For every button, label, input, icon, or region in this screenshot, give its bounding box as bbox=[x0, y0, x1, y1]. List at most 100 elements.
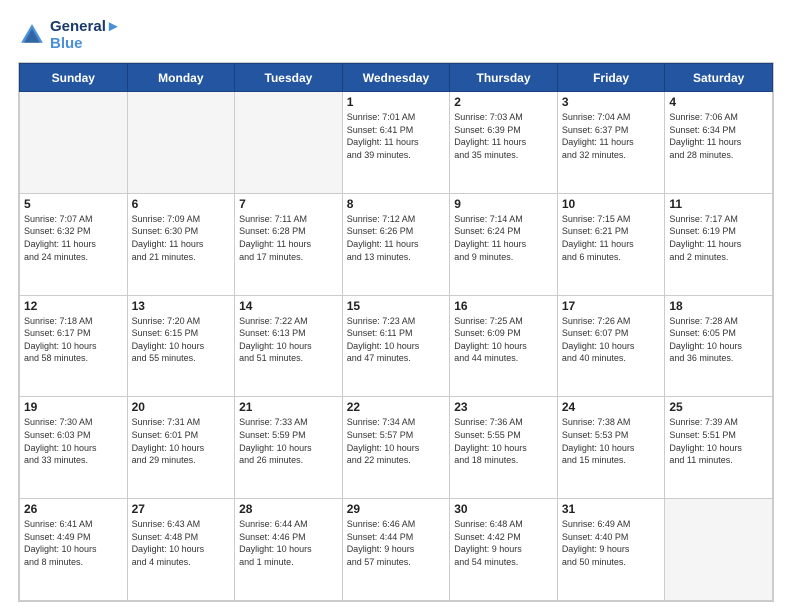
table-row: 9 Sunrise: 7:14 AM Sunset: 6:24 PM Daylig… bbox=[450, 193, 558, 295]
day-details: Sunrise: 7:09 AM Sunset: 6:30 PM Dayligh… bbox=[132, 213, 231, 263]
table-row: 24 Sunrise: 7:38 AM Sunset: 5:53 PM Dayli… bbox=[557, 397, 665, 499]
table-row: 19 Sunrise: 7:30 AM Sunset: 6:03 PM Dayli… bbox=[20, 397, 128, 499]
day-details: Sunrise: 7:39 AM Sunset: 5:51 PM Dayligh… bbox=[669, 416, 768, 466]
table-row: 5 Sunrise: 7:07 AM Sunset: 6:32 PM Daylig… bbox=[20, 193, 128, 295]
day-number: 9 bbox=[454, 197, 553, 211]
day-number: 24 bbox=[562, 400, 661, 414]
table-row: 26Sunrise: 6:41 AM Sunset: 4:49 PM Dayli… bbox=[20, 499, 128, 601]
table-row: 13 Sunrise: 7:20 AM Sunset: 6:15 PM Dayli… bbox=[127, 295, 235, 397]
calendar-week-row: 5 Sunrise: 7:07 AM Sunset: 6:32 PM Daylig… bbox=[20, 193, 773, 295]
day-details: Sunrise: 7:23 AM Sunset: 6:11 PM Dayligh… bbox=[347, 315, 446, 365]
day-details: Sunrise: 7:14 AM Sunset: 6:24 PM Dayligh… bbox=[454, 213, 553, 263]
table-row bbox=[127, 92, 235, 194]
day-details: Sunrise: 7:25 AM Sunset: 6:09 PM Dayligh… bbox=[454, 315, 553, 365]
header-tuesday: Tuesday bbox=[235, 64, 343, 92]
day-number: 16 bbox=[454, 299, 553, 313]
day-number: 3 bbox=[562, 95, 661, 109]
day-details: Sunrise: 7:26 AM Sunset: 6:07 PM Dayligh… bbox=[562, 315, 661, 365]
table-row: 22 Sunrise: 7:34 AM Sunset: 5:57 PM Dayli… bbox=[342, 397, 450, 499]
table-row: 21 Sunrise: 7:33 AM Sunset: 5:59 PM Dayli… bbox=[235, 397, 343, 499]
day-number: 4 bbox=[669, 95, 768, 109]
table-row: 7 Sunrise: 7:11 AM Sunset: 6:28 PM Daylig… bbox=[235, 193, 343, 295]
page: General► Blue Sunday Monday Tuesday Wedn… bbox=[0, 0, 792, 612]
day-number: 5 bbox=[24, 197, 123, 211]
logo: General► Blue bbox=[18, 18, 121, 52]
header-monday: Monday bbox=[127, 64, 235, 92]
day-number: 27 bbox=[132, 502, 231, 516]
day-details: Sunrise: 7:30 AM Sunset: 6:03 PM Dayligh… bbox=[24, 416, 123, 466]
table-row: 6 Sunrise: 7:09 AM Sunset: 6:30 PM Daylig… bbox=[127, 193, 235, 295]
calendar-week-row: 26Sunrise: 6:41 AM Sunset: 4:49 PM Dayli… bbox=[20, 499, 773, 601]
header-friday: Friday bbox=[557, 64, 665, 92]
table-row: 4 Sunrise: 7:06 AM Sunset: 6:34 PM Daylig… bbox=[665, 92, 773, 194]
table-row: 18Sunrise: 7:28 AM Sunset: 6:05 PM Dayli… bbox=[665, 295, 773, 397]
day-number: 19 bbox=[24, 400, 123, 414]
day-details: Sunrise: 7:38 AM Sunset: 5:53 PM Dayligh… bbox=[562, 416, 661, 466]
table-row bbox=[665, 499, 773, 601]
day-details: Sunrise: 7:06 AM Sunset: 6:34 PM Dayligh… bbox=[669, 111, 768, 161]
day-details: Sunrise: 7:04 AM Sunset: 6:37 PM Dayligh… bbox=[562, 111, 661, 161]
day-number: 28 bbox=[239, 502, 338, 516]
table-row: 10 Sunrise: 7:15 AM Sunset: 6:21 PM Dayli… bbox=[557, 193, 665, 295]
table-row bbox=[20, 92, 128, 194]
table-row: 23Sunrise: 7:36 AM Sunset: 5:55 PM Dayli… bbox=[450, 397, 558, 499]
day-number: 10 bbox=[562, 197, 661, 211]
day-header-row: Sunday Monday Tuesday Wednesday Thursday… bbox=[20, 64, 773, 92]
day-details: Sunrise: 7:34 AM Sunset: 5:57 PM Dayligh… bbox=[347, 416, 446, 466]
day-number: 22 bbox=[347, 400, 446, 414]
table-row: 2 Sunrise: 7:03 AM Sunset: 6:39 PM Daylig… bbox=[450, 92, 558, 194]
table-row: 31 Sunrise: 6:49 AM Sunset: 4:40 PM Dayli… bbox=[557, 499, 665, 601]
day-number: 31 bbox=[562, 502, 661, 516]
day-details: Sunrise: 7:20 AM Sunset: 6:15 PM Dayligh… bbox=[132, 315, 231, 365]
table-row: 28 Sunrise: 6:44 AM Sunset: 4:46 PM Dayli… bbox=[235, 499, 343, 601]
calendar-week-row: 19 Sunrise: 7:30 AM Sunset: 6:03 PM Dayli… bbox=[20, 397, 773, 499]
header-wednesday: Wednesday bbox=[342, 64, 450, 92]
table-row: 17 Sunrise: 7:26 AM Sunset: 6:07 PM Dayli… bbox=[557, 295, 665, 397]
day-number: 18 bbox=[669, 299, 768, 313]
table-row: 15Sunrise: 7:23 AM Sunset: 6:11 PM Dayli… bbox=[342, 295, 450, 397]
day-number: 6 bbox=[132, 197, 231, 211]
table-row: 3 Sunrise: 7:04 AM Sunset: 6:37 PM Daylig… bbox=[557, 92, 665, 194]
day-details: Sunrise: 7:18 AM Sunset: 6:17 PM Dayligh… bbox=[24, 315, 123, 365]
day-number: 8 bbox=[347, 197, 446, 211]
day-details: Sunrise: 7:03 AM Sunset: 6:39 PM Dayligh… bbox=[454, 111, 553, 161]
day-number: 21 bbox=[239, 400, 338, 414]
calendar: Sunday Monday Tuesday Wednesday Thursday… bbox=[18, 62, 774, 602]
day-details: Sunrise: 7:36 AM Sunset: 5:55 PM Dayligh… bbox=[454, 416, 553, 466]
day-details: Sunrise: 7:11 AM Sunset: 6:28 PM Dayligh… bbox=[239, 213, 338, 263]
day-details: Sunrise: 7:31 AM Sunset: 6:01 PM Dayligh… bbox=[132, 416, 231, 466]
table-row: 11Sunrise: 7:17 AM Sunset: 6:19 PM Dayli… bbox=[665, 193, 773, 295]
table-row: 12 Sunrise: 7:18 AM Sunset: 6:17 PM Dayli… bbox=[20, 295, 128, 397]
day-details: Sunrise: 6:48 AM Sunset: 4:42 PM Dayligh… bbox=[454, 518, 553, 568]
day-number: 7 bbox=[239, 197, 338, 211]
day-number: 26 bbox=[24, 502, 123, 516]
day-number: 11 bbox=[669, 197, 768, 211]
day-details: Sunrise: 7:15 AM Sunset: 6:21 PM Dayligh… bbox=[562, 213, 661, 263]
header-sunday: Sunday bbox=[20, 64, 128, 92]
day-number: 1 bbox=[347, 95, 446, 109]
day-number: 13 bbox=[132, 299, 231, 313]
table-row bbox=[235, 92, 343, 194]
day-number: 17 bbox=[562, 299, 661, 313]
calendar-table: Sunday Monday Tuesday Wednesday Thursday… bbox=[19, 63, 773, 601]
logo-text: General► Blue bbox=[50, 18, 121, 52]
table-row: 29Sunrise: 6:46 AM Sunset: 4:44 PM Dayli… bbox=[342, 499, 450, 601]
day-details: Sunrise: 6:44 AM Sunset: 4:46 PM Dayligh… bbox=[239, 518, 338, 568]
logo-icon bbox=[18, 21, 46, 49]
calendar-week-row: 1Sunrise: 7:01 AM Sunset: 6:41 PM Daylig… bbox=[20, 92, 773, 194]
table-row: 20 Sunrise: 7:31 AM Sunset: 6:01 PM Dayli… bbox=[127, 397, 235, 499]
header: General► Blue bbox=[18, 18, 774, 52]
day-details: Sunrise: 7:07 AM Sunset: 6:32 PM Dayligh… bbox=[24, 213, 123, 263]
day-number: 25 bbox=[669, 400, 768, 414]
day-number: 20 bbox=[132, 400, 231, 414]
table-row: 14Sunrise: 7:22 AM Sunset: 6:13 PM Dayli… bbox=[235, 295, 343, 397]
calendar-week-row: 12 Sunrise: 7:18 AM Sunset: 6:17 PM Dayli… bbox=[20, 295, 773, 397]
day-number: 30 bbox=[454, 502, 553, 516]
day-details: Sunrise: 6:49 AM Sunset: 4:40 PM Dayligh… bbox=[562, 518, 661, 568]
table-row: 27Sunrise: 6:43 AM Sunset: 4:48 PM Dayli… bbox=[127, 499, 235, 601]
table-row: 8Sunrise: 7:12 AM Sunset: 6:26 PM Daylig… bbox=[342, 193, 450, 295]
day-number: 29 bbox=[347, 502, 446, 516]
day-details: Sunrise: 7:33 AM Sunset: 5:59 PM Dayligh… bbox=[239, 416, 338, 466]
day-number: 12 bbox=[24, 299, 123, 313]
day-number: 2 bbox=[454, 95, 553, 109]
